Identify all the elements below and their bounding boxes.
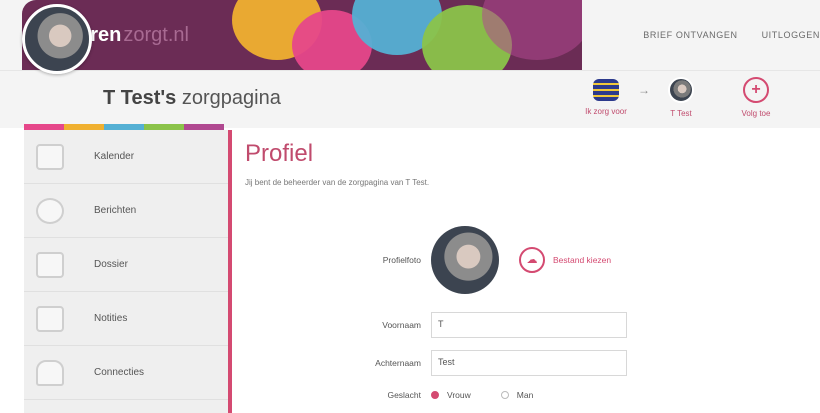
brand-banner: caren zorgt.nl bbox=[22, 0, 582, 70]
radio-unselected-icon bbox=[500, 391, 509, 399]
sidebar-item-label: Dossier bbox=[94, 259, 128, 270]
profile-photo bbox=[431, 226, 499, 294]
gender-radio-group: Vrouw Man bbox=[431, 390, 533, 400]
sidebar-item-label: Connecties bbox=[94, 367, 145, 378]
follow-button[interactable]: + Volg toe bbox=[726, 77, 786, 118]
first-name-label: Voornaam bbox=[382, 320, 421, 330]
gender-radio-man[interactable]: Man bbox=[500, 390, 534, 400]
sidebar-item-label: Kalender bbox=[94, 151, 135, 162]
last-name-label: Achternaam bbox=[375, 358, 421, 368]
flow-label: T Test bbox=[670, 109, 692, 118]
top-bar: caren zorgt.nl BRIEF ONTVANGEN UITLOGGEN bbox=[0, 0, 820, 70]
radio-label: Man bbox=[516, 390, 534, 400]
sidebar-active-edge bbox=[228, 130, 232, 413]
radio-selected-icon bbox=[431, 391, 439, 399]
brand-suffix: zorgt.nl bbox=[123, 24, 189, 46]
upload-icon: ☁ bbox=[519, 247, 545, 273]
chat-icon bbox=[36, 197, 64, 224]
flow-person[interactable]: T Test bbox=[656, 77, 706, 118]
main-content: Profiel Jij bent de beheerder van de zor… bbox=[245, 140, 805, 187]
page-title-text: zorgpagina bbox=[181, 87, 281, 109]
photo-row: Profielfoto ☁ Bestand kiezen bbox=[245, 226, 611, 294]
sidebar-item-label: Notities bbox=[94, 313, 128, 324]
first-name-row: Voornaam T bbox=[245, 312, 627, 338]
sidebar-item-berichten[interactable]: Berichten bbox=[24, 184, 230, 238]
notes-icon bbox=[36, 305, 64, 332]
gender-radio-vrouw[interactable]: Vrouw bbox=[431, 390, 471, 400]
people-icon bbox=[36, 359, 64, 386]
radio-label: Vrouw bbox=[447, 390, 471, 400]
flow-care-for[interactable]: Ik zorg voor bbox=[576, 77, 636, 116]
first-name-field[interactable]: T bbox=[431, 312, 627, 338]
page-subtitle: Jij bent de beheerder van de zorgpagina … bbox=[245, 178, 430, 187]
page-heading: Profiel bbox=[245, 140, 314, 167]
flow-label: Volg toe bbox=[741, 109, 771, 118]
choose-file-button[interactable]: ☁ Bestand kiezen bbox=[519, 247, 611, 273]
upload-label: Bestand kiezen bbox=[553, 255, 612, 265]
flow-label: Ik zorg voor bbox=[585, 107, 627, 116]
page-header: T Test's zorgpagina Ik zorg voor → T Tes… bbox=[0, 70, 820, 128]
arrow-right-icon: → bbox=[638, 83, 650, 97]
sidebar-item-dossier[interactable]: Dossier bbox=[24, 238, 230, 292]
last-name-field[interactable]: Test bbox=[431, 350, 627, 376]
logout-link[interactable]: UITLOGGEN bbox=[762, 30, 820, 40]
photo-label: Profielfoto bbox=[382, 255, 421, 265]
sidebar-item-kalender[interactable]: Kalender bbox=[24, 130, 230, 184]
sidebar: Kalender Berichten Dossier Notities Conn… bbox=[24, 130, 230, 413]
last-name-row: Achternaam Test bbox=[245, 350, 627, 376]
gender-row: Geslacht Vrouw Man bbox=[245, 390, 533, 400]
person-avatar-icon bbox=[668, 77, 694, 103]
top-nav: BRIEF ONTVANGEN UITLOGGEN bbox=[643, 30, 820, 40]
brief-ontvangen-link[interactable]: BRIEF ONTVANGEN bbox=[643, 30, 737, 40]
sidebar-item-label: Berichten bbox=[94, 205, 137, 216]
plus-circle-icon: + bbox=[743, 77, 769, 103]
care-stack-icon bbox=[593, 79, 619, 101]
sidebar-item-notities[interactable]: Notities bbox=[24, 292, 230, 346]
page-owner: T Test's bbox=[103, 87, 177, 109]
profile-avatar bbox=[22, 4, 92, 74]
calendar-icon bbox=[36, 143, 64, 170]
care-flow: Ik zorg voor → T Test + Volg toe bbox=[576, 71, 796, 129]
gender-label: Geslacht bbox=[387, 390, 421, 400]
clipboard-icon bbox=[36, 251, 64, 278]
sidebar-item-connecties[interactable]: Connecties bbox=[24, 346, 230, 400]
page-title: T Test's zorgpagina bbox=[103, 87, 281, 110]
